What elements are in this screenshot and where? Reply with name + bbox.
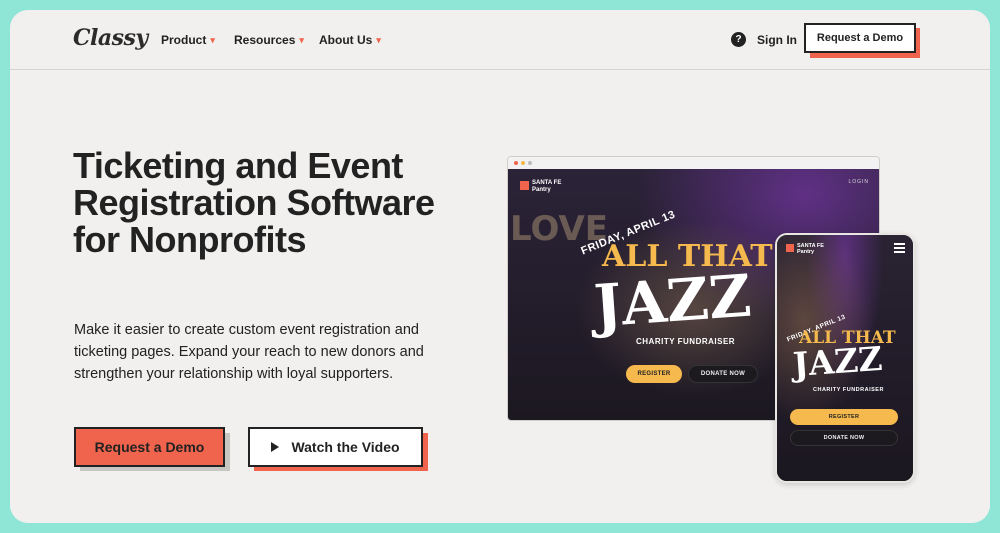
nav-about-us[interactable]: About Us ▾ — [319, 33, 381, 47]
nav-resources-label: Resources — [234, 33, 296, 47]
brand-name-line2: Pantry — [797, 249, 815, 255]
brand-logo-icon — [520, 181, 529, 190]
event-subtitle: CHARITY FUNDRAISER — [813, 387, 884, 393]
brand-name-line2: Pantry — [532, 187, 551, 193]
help-icon[interactable]: ? — [731, 32, 746, 47]
watch-video-button[interactable]: Watch the Video — [248, 427, 423, 467]
mock-nav-links: LOGIN — [848, 179, 869, 185]
watch-video-label: Watch the Video — [291, 439, 400, 455]
mock-donate-button: DONATE NOW — [688, 365, 758, 383]
request-demo-button-header[interactable]: Request a Demo — [804, 23, 916, 53]
classy-logo[interactable]: Classy — [73, 25, 148, 51]
hero-subtitle: Make it easier to create custom event re… — [74, 322, 424, 382]
nav-product[interactable]: Product ▾ — [161, 33, 215, 47]
request-demo-button[interactable]: Request a Demo — [74, 427, 225, 467]
phone-mockup: SANTA FE Pantry FRIDAY, APRIL 13 ALL THA… — [775, 233, 915, 483]
sign-in-link[interactable]: Sign In — [757, 33, 797, 47]
brand-logo-icon — [786, 244, 794, 252]
site-header: Classy Product ▾ Resources ▾ About Us ▾ … — [10, 10, 990, 70]
nav-resources[interactable]: Resources ▾ — [234, 33, 304, 47]
event-subtitle: CHARITY FUNDRAISER — [636, 337, 736, 346]
hero-title: Ticketing and Event Registration Softwar… — [73, 145, 435, 260]
chevron-down-icon: ▾ — [376, 34, 381, 45]
chevron-down-icon: ▾ — [299, 34, 304, 45]
event-title-line2: JAZZ — [791, 338, 884, 385]
event-title-line2: JAZZ — [591, 261, 754, 341]
nav-product-label: Product — [161, 33, 207, 47]
nav-about-label: About Us — [319, 33, 373, 47]
mock-donate-button: DONATE NOW — [790, 430, 898, 446]
mock-register-button: REGISTER — [790, 409, 898, 425]
window-dot-icon — [521, 161, 525, 165]
mock-register-button: REGISTER — [626, 365, 682, 383]
window-dot-icon — [528, 161, 532, 165]
chevron-down-icon: ▾ — [210, 34, 215, 45]
page-frame: Classy Product ▾ Resources ▾ About Us ▾ … — [10, 10, 990, 523]
window-dot-icon — [514, 161, 518, 165]
hamburger-menu-icon — [894, 243, 905, 255]
mobile-event-preview: SANTA FE Pantry FRIDAY, APRIL 13 ALL THA… — [777, 235, 913, 481]
browser-bar — [508, 157, 879, 169]
play-icon — [271, 442, 280, 452]
brand-name-line1: SANTA FE — [532, 180, 562, 186]
